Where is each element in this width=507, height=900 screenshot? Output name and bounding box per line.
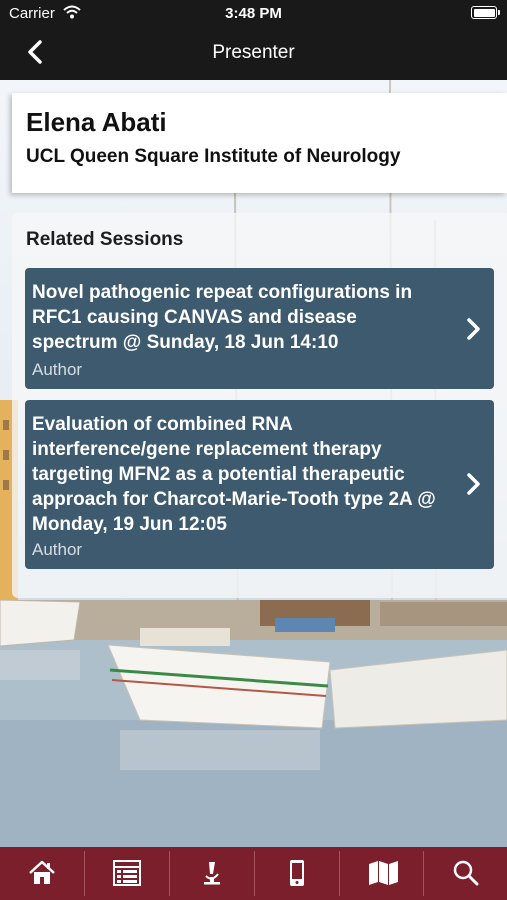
page-title: Presenter (212, 42, 295, 63)
tab-search[interactable] (424, 847, 507, 900)
tab-exhibitors[interactable] (170, 847, 254, 900)
chevron-right-icon (467, 473, 480, 495)
presenter-card: Elena Abati UCL Queen Square Institute o… (12, 93, 507, 193)
session-card[interactable]: Evaluation of combined RNA interference/… (25, 400, 494, 569)
tab-map[interactable] (340, 847, 424, 900)
battery-icon (471, 6, 500, 19)
microscope-icon (204, 862, 220, 885)
session-title: Novel pathogenic repeat configurations i… (32, 282, 413, 353)
tab-mobile[interactable] (255, 847, 339, 900)
session-role: Author (32, 360, 83, 379)
top-bar: Carrier 3:48 PM Presenter (0, 0, 507, 80)
tab-home[interactable] (0, 847, 84, 900)
session-title: Evaluation of combined RNA interference/… (32, 414, 436, 535)
home-icon (29, 860, 55, 884)
map-icon (369, 861, 398, 885)
presenter-name: Elena Abati (26, 107, 167, 137)
related-sessions-heading: Related Sessions (26, 229, 184, 250)
chevron-right-icon (467, 318, 480, 340)
session-card[interactable]: Novel pathogenic repeat configurations i… (25, 268, 494, 389)
presenter-affiliation: UCL Queen Square Institute of Neurology (26, 146, 401, 167)
session-role: Author (32, 540, 83, 559)
search-icon (453, 860, 479, 886)
status-bar: Carrier 3:48 PM (0, 0, 507, 28)
clock-time: 3:48 PM (225, 5, 282, 22)
tab-program[interactable] (85, 847, 169, 900)
bottom-tab-bar (0, 847, 507, 900)
related-sessions-panel: Related Sessions Novel pathogenic repeat… (12, 213, 507, 598)
list-icon (113, 860, 141, 886)
phone-icon (290, 860, 304, 886)
